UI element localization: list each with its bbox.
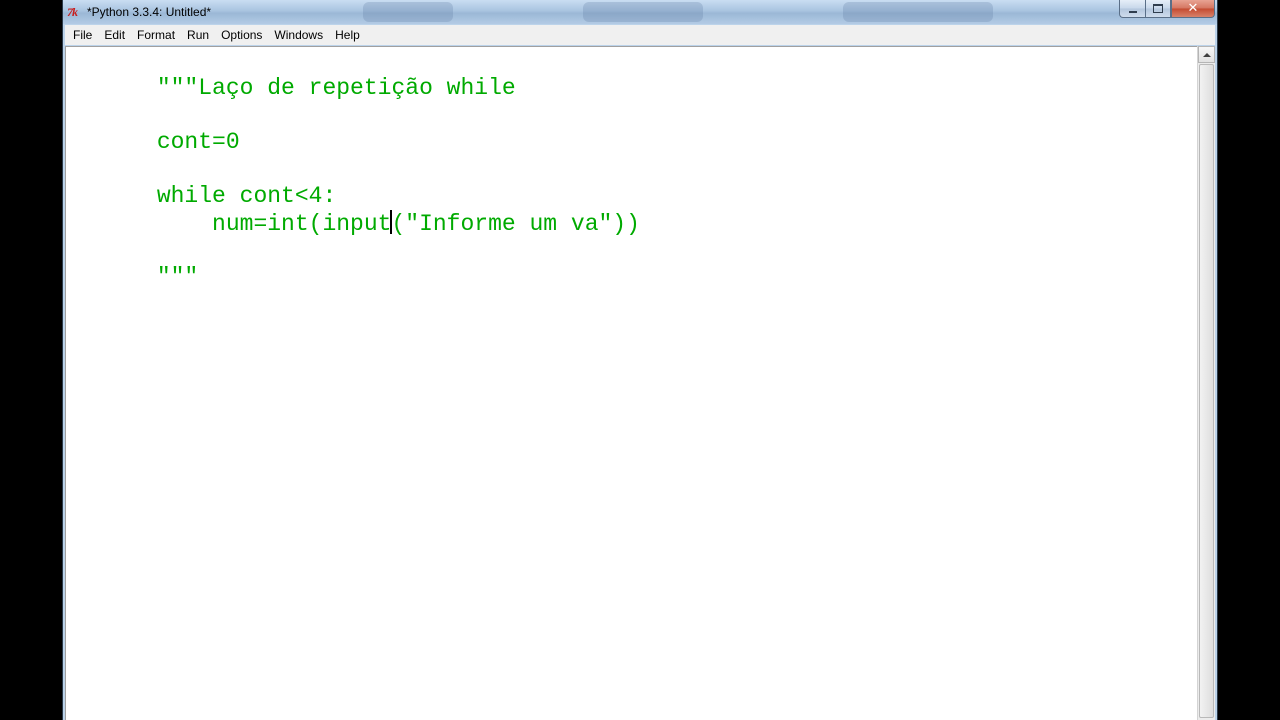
window-title: *Python 3.3.4: Untitled* xyxy=(87,5,212,19)
background-blur xyxy=(363,2,453,22)
minimize-icon xyxy=(1128,10,1137,13)
idle-editor-window: 7k *Python 3.3.4: Untitled* ✕ File Edit … xyxy=(62,0,1218,720)
text-cursor xyxy=(390,210,393,234)
code-line-6[interactable]: num=int(input("Informe um va")) xyxy=(74,183,640,237)
code-editor[interactable]: """Laço de repetição while cont=0 while … xyxy=(65,46,1197,720)
background-blur xyxy=(583,2,703,22)
tk-feather-icon[interactable]: 7k xyxy=(67,4,83,20)
menu-format[interactable]: Format xyxy=(131,25,181,45)
code-line-3[interactable]: cont=0 xyxy=(74,102,240,155)
minimize-button[interactable] xyxy=(1119,0,1145,18)
code-line-1[interactable]: """Laço de repetição while xyxy=(74,48,516,101)
maximize-button[interactable] xyxy=(1145,0,1171,18)
vertical-scrollbar[interactable] xyxy=(1197,46,1215,720)
maximize-icon xyxy=(1153,4,1163,13)
code-line-5[interactable]: while cont<4: xyxy=(74,156,336,209)
menu-help[interactable]: Help xyxy=(329,25,366,45)
background-blur xyxy=(843,2,993,22)
scrollbar-thumb[interactable] xyxy=(1199,64,1214,718)
scroll-up-button[interactable] xyxy=(1198,46,1215,63)
menu-file[interactable]: File xyxy=(67,25,98,45)
menu-options[interactable]: Options xyxy=(215,25,268,45)
docstring-open: """Laço de repetição while xyxy=(156,75,516,101)
docstring-num: num=int(input("Informe um va")) xyxy=(156,210,640,237)
code-line-4[interactable] xyxy=(74,129,157,156)
title-bar[interactable]: 7k *Python 3.3.4: Untitled* ✕ xyxy=(63,0,1217,24)
menu-windows[interactable]: Windows xyxy=(268,25,329,45)
caption-buttons: ✕ xyxy=(1119,0,1215,18)
menu-edit[interactable]: Edit xyxy=(98,25,131,45)
code-line-7[interactable] xyxy=(74,210,157,237)
code-line-8[interactable]: """ xyxy=(74,237,198,290)
close-icon: ✕ xyxy=(1187,1,1199,16)
menu-run[interactable]: Run xyxy=(181,25,215,45)
arrow-up-icon xyxy=(1202,52,1211,57)
docstring-close: """ xyxy=(156,264,199,290)
menu-bar: File Edit Format Run Options Windows Hel… xyxy=(65,25,1215,45)
docstring-cont: cont=0 xyxy=(156,129,240,155)
code-line-2[interactable] xyxy=(74,75,157,102)
close-button[interactable]: ✕ xyxy=(1171,0,1215,18)
